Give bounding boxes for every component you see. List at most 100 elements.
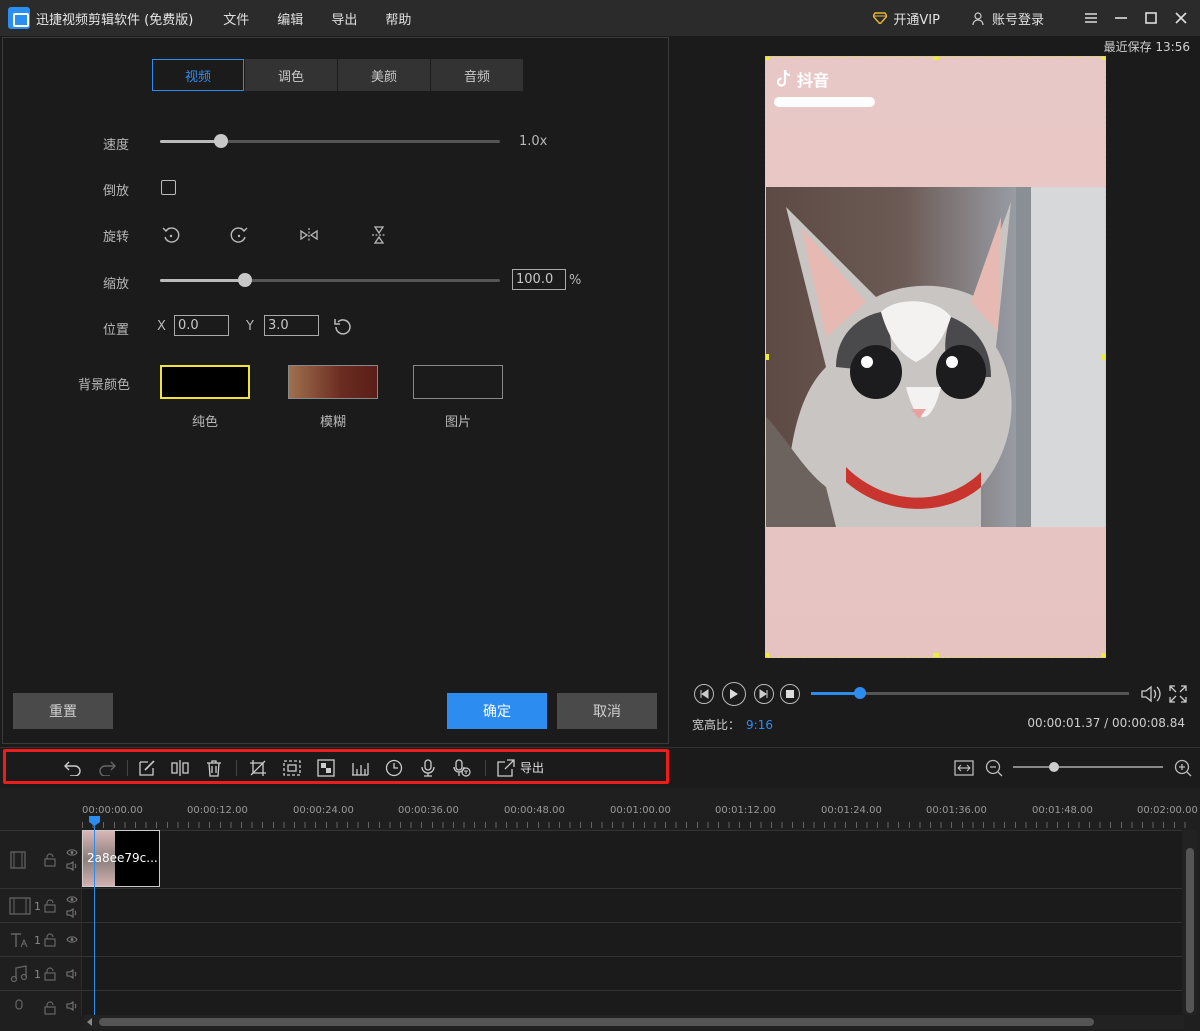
timeline-vertical-scrollbar[interactable] [1183,830,1197,1015]
lock-icon[interactable] [44,967,56,981]
clock-icon[interactable] [384,759,404,777]
position-y-input[interactable]: 3.0 [264,315,319,336]
menu-edit[interactable]: 编辑 [277,9,303,28]
speed-slider[interactable] [160,134,500,148]
lock-icon[interactable] [44,899,56,913]
speed-slider-knob[interactable] [214,134,229,148]
zoom-in-icon[interactable] [1173,759,1193,777]
timeline: 00:00:00.00 00:00:12.00 00:00:24.00 00:0… [0,788,1200,1031]
reset-button[interactable]: 重置 [13,693,113,729]
aspect-ratio-value[interactable]: 9:16 [746,718,773,732]
maximize-icon[interactable] [1140,7,1162,29]
speaker-icon[interactable] [66,969,78,979]
lock-icon[interactable] [44,933,56,947]
speaker-icon[interactable] [66,908,78,918]
next-frame-icon[interactable] [754,684,774,704]
voice-track[interactable] [0,990,1182,1016]
menu-help[interactable]: 帮助 [385,9,411,28]
tab-audio[interactable]: 音频 [431,59,523,91]
zoom-out-icon[interactable] [984,759,1004,777]
timeline-ruler[interactable]: 00:00:00.00 00:00:12.00 00:00:24.00 00:0… [82,788,1200,828]
edit-tabs: 视频 调色 美颜 音频 [152,59,524,91]
lock-icon[interactable] [44,853,56,867]
rotate-label: 旋转 [103,230,130,245]
menu-file[interactable]: 文件 [223,9,249,28]
split-icon[interactable] [170,759,190,777]
voice-text-icon[interactable] [452,759,472,777]
video-track-main[interactable] [0,830,1182,888]
playback-progress[interactable] [811,687,1129,699]
fit-timeline-icon[interactable] [954,759,974,777]
tab-beauty[interactable]: 美颜 [338,59,430,91]
scroll-left-icon[interactable] [87,1018,93,1026]
scale-slider-knob[interactable] [238,273,252,287]
speaker-icon[interactable] [66,861,78,871]
resize-handle[interactable] [766,57,769,60]
cancel-button[interactable]: 取消 [557,693,657,729]
resize-icon[interactable] [282,759,302,777]
account-login-button[interactable]: 账号登录 [972,9,1044,28]
bg-option-image[interactable] [413,365,503,399]
eye-icon[interactable] [66,935,78,944]
music-track[interactable]: 1 [0,956,1182,990]
position-x-input[interactable]: 0.0 [174,315,229,336]
microphone-icon[interactable] [418,759,438,777]
user-icon [972,11,984,25]
eye-icon[interactable] [66,895,78,904]
video-preview[interactable]: 抖音 [765,56,1106,658]
volume-icon[interactable] [1140,683,1162,705]
fullscreen-icon[interactable] [1167,683,1189,705]
edit-icon[interactable] [137,759,157,777]
resize-handle[interactable] [766,354,769,360]
edit-panel: 视频 调色 美颜 音频 速度 1.0x 倒放 旋转 缩放 100.0 % 位置 … [2,37,669,744]
eye-icon[interactable] [66,848,78,857]
horizontal-scroll-thumb[interactable] [99,1018,1094,1026]
flip-horizontal-icon[interactable] [298,224,320,246]
timeline-horizontal-scrollbar[interactable] [84,1015,1184,1029]
resize-handle[interactable] [1101,354,1105,360]
vip-button[interactable]: 开通VIP [873,9,940,28]
export-button[interactable]: 导出 [520,759,544,776]
delete-icon[interactable] [204,759,224,777]
title-right-group: 开通VIP 账号登录 [873,0,1200,36]
tab-video[interactable]: 视频 [152,59,244,91]
bg-option-blur[interactable] [288,365,378,399]
tab-color[interactable]: 调色 [245,59,337,91]
rotate-right-icon[interactable] [228,224,250,246]
redo-icon[interactable] [97,759,117,777]
mosaic-icon[interactable] [316,759,336,777]
resize-handle[interactable] [766,653,769,657]
rotate-left-icon[interactable] [160,224,182,246]
reverse-checkbox[interactable] [161,180,176,195]
resize-handle[interactable] [933,57,939,60]
resize-handle[interactable] [1101,57,1105,60]
vertical-scroll-thumb[interactable] [1186,848,1194,1013]
menu-export[interactable]: 导出 [331,9,357,28]
resize-handle[interactable] [933,653,939,657]
play-icon[interactable] [722,682,746,706]
playhead[interactable] [94,820,95,1015]
confirm-button[interactable]: 确定 [447,693,547,729]
stop-icon[interactable] [780,684,800,704]
crop-icon[interactable] [248,759,268,777]
speaker-icon[interactable] [66,1001,78,1011]
timeline-zoom-slider[interactable] [1013,762,1163,772]
video-track-overlay[interactable]: 1 [0,888,1182,922]
resize-handle[interactable] [1101,653,1105,657]
prev-frame-icon[interactable] [694,684,714,704]
text-track[interactable]: 1 [0,922,1182,956]
menu-icon[interactable] [1080,7,1102,29]
close-icon[interactable] [1170,7,1192,29]
bg-option-solid[interactable] [160,365,250,399]
flip-vertical-icon[interactable] [368,224,390,246]
reset-position-icon[interactable] [332,316,354,338]
playback-progress-knob[interactable] [854,687,867,699]
export-icon[interactable] [496,759,516,777]
ruler-icon[interactable] [350,759,370,777]
scale-slider[interactable] [160,273,500,287]
scale-input[interactable]: 100.0 [512,269,566,290]
lock-icon[interactable] [44,1001,56,1015]
timeline-zoom-knob[interactable] [1048,762,1059,772]
undo-icon[interactable] [63,759,83,777]
minimize-icon[interactable] [1110,7,1132,29]
